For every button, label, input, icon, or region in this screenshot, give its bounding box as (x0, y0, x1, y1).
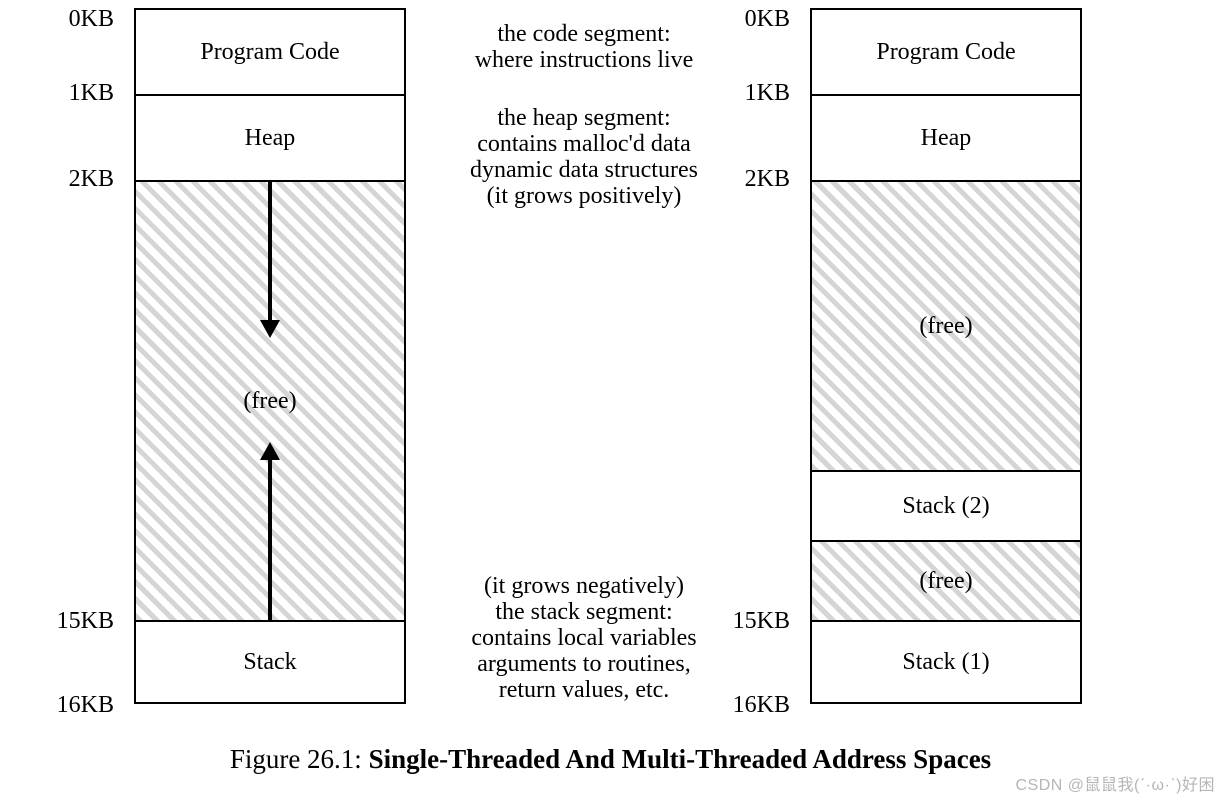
tick-15kb-r: 15KB (690, 608, 790, 635)
segment-stack: Stack (136, 620, 404, 702)
tick-16kb-r: 16KB (690, 692, 790, 719)
tick-0kb: 0KB (14, 6, 114, 33)
segment-heap-r: Heap (812, 94, 1080, 180)
segment-program-code: Program Code (136, 10, 404, 94)
caption-prefix: Figure 26.1: (230, 744, 369, 774)
tick-0kb-r: 0KB (690, 6, 790, 33)
single-threaded-address-space: Program Code Heap (free) Stack (134, 8, 406, 704)
tick-15kb: 15KB (14, 608, 114, 635)
segment-stack-1: Stack (1) (812, 620, 1080, 702)
segment-program-code-r: Program Code (812, 10, 1080, 94)
segment-heap: Heap (136, 94, 404, 180)
tick-2kb-r: 2KB (690, 166, 790, 193)
segment-stack-2: Stack (2) (812, 470, 1080, 540)
segment-free-2: (free) (812, 540, 1080, 620)
annotation-heap-segment: the heap segment:contains malloc'd datad… (424, 106, 744, 210)
segment-free-1: (free) (812, 180, 1080, 470)
diagram-area: 0KB 1KB 2KB 15KB 16KB Program Code Heap … (14, 8, 1204, 708)
caption-title: Single-Threaded And Multi-Threaded Addre… (369, 744, 992, 774)
watermark: CSDN @鼠鼠我(ˊ·ω·ˋ)好困 (1016, 771, 1216, 795)
tick-1kb: 1KB (14, 80, 114, 107)
annotation-stack-segment: (it grows negatively)the stack segment:c… (424, 574, 744, 704)
tick-16kb: 16KB (14, 692, 114, 719)
tick-1kb-r: 1KB (690, 80, 790, 107)
tick-2kb: 2KB (14, 166, 114, 193)
multi-threaded-address-space: Program Code Heap (free) Stack (2) (free… (810, 8, 1082, 704)
